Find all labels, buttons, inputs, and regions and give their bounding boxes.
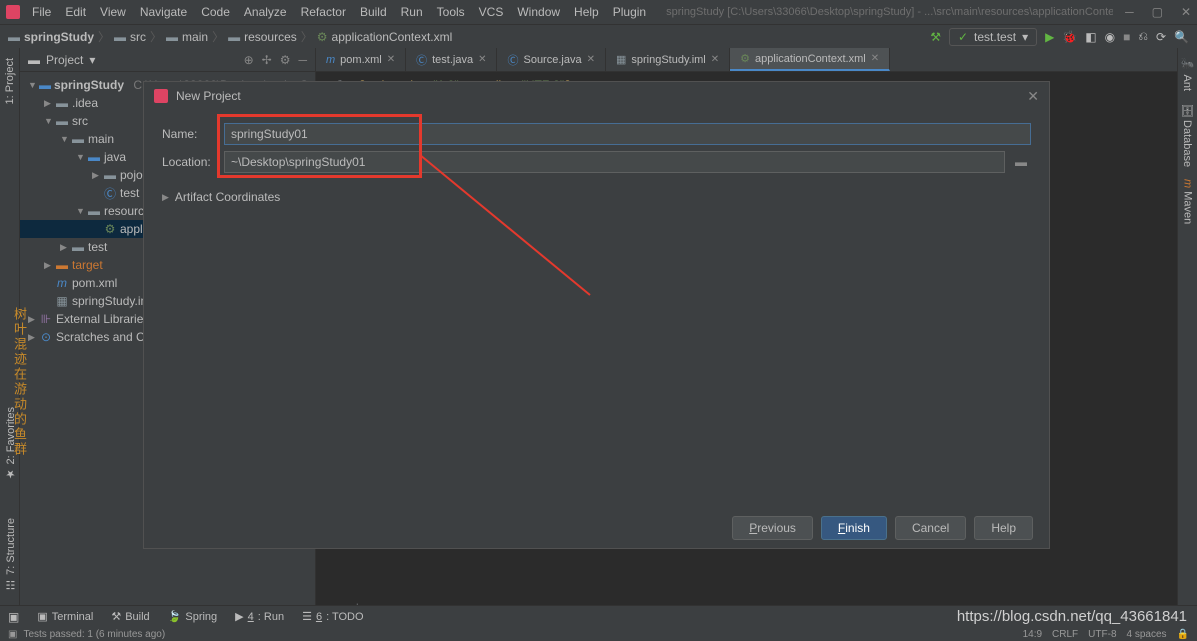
- chevron-right-icon: ▶: [162, 192, 169, 203]
- close-icon[interactable]: ✕: [1181, 5, 1191, 19]
- status-encoding[interactable]: UTF-8: [1088, 629, 1116, 640]
- menu-build[interactable]: Build: [360, 5, 387, 19]
- name-input[interactable]: [224, 123, 1031, 145]
- crumb-src[interactable]: ▬src: [114, 30, 146, 44]
- tab-build[interactable]: ⚒ Build: [111, 610, 149, 623]
- menu-file[interactable]: File: [32, 5, 51, 19]
- tab-todo[interactable]: ☰ 6: TODO: [302, 610, 364, 623]
- dialog-close-icon[interactable]: ✕: [1027, 88, 1039, 105]
- search-icon[interactable]: 🔍: [1174, 30, 1189, 44]
- menu-plugin[interactable]: Plugin: [613, 5, 646, 19]
- tab-pom[interactable]: mpom.xml✕: [316, 48, 406, 71]
- status-bar: ▣ Tests passed: 1 (6 minutes ago) 14:9 C…: [0, 627, 1197, 641]
- editor-tabs: mpom.xml✕ Ⓒtest.java✕ ⒸSource.java✕ ▦spr…: [316, 48, 1177, 72]
- menu-navigate[interactable]: Navigate: [140, 5, 187, 19]
- help-button[interactable]: Help: [974, 516, 1033, 540]
- cancel-button[interactable]: Cancel: [895, 516, 966, 540]
- close-icon[interactable]: ✕: [871, 53, 879, 64]
- window-controls: ─ ▢ ✕: [1125, 5, 1191, 19]
- main-menu: File Edit View Navigate Code Analyze Ref…: [32, 5, 646, 19]
- dialog-footer: Previous Finish Cancel Help: [144, 508, 1049, 548]
- tab-maven[interactable]: m Maven: [1182, 173, 1194, 230]
- close-icon[interactable]: ✕: [387, 54, 395, 65]
- gear-icon[interactable]: ⚙: [280, 53, 291, 67]
- menu-window[interactable]: Window: [517, 5, 560, 19]
- tab-spring[interactable]: 🍃 Spring: [168, 610, 218, 623]
- dialog-body: Name: Location: ▬ ▶ Artifact Coordinates: [144, 110, 1049, 508]
- tab-ant[interactable]: 🐜 Ant: [1181, 52, 1194, 97]
- url-watermark: https://blog.csdn.net/qq_43661841: [957, 608, 1187, 625]
- titlebar: File Edit View Navigate Code Analyze Ref…: [0, 0, 1197, 24]
- watermark-text: 树叶混迹在游动的鱼群: [10, 307, 29, 457]
- tab-terminal[interactable]: ▣ Terminal: [37, 610, 93, 623]
- corner-icon[interactable]: ▣: [8, 610, 19, 624]
- vcs-icon[interactable]: ⎌: [1138, 29, 1148, 44]
- menu-tools[interactable]: Tools: [437, 5, 465, 19]
- crumb-file[interactable]: ⚙applicationContext.xml: [317, 30, 453, 44]
- menu-refactor[interactable]: Refactor: [301, 5, 346, 19]
- project-panel-header: ▬ Project ▾ ⊕ ✢ ⚙ ─: [20, 48, 315, 72]
- maximize-icon[interactable]: ▢: [1152, 5, 1163, 19]
- name-label: Name:: [162, 127, 214, 141]
- crumb-project[interactable]: ▬springStudy: [8, 30, 94, 44]
- status-caret-pos[interactable]: 14:9: [1023, 629, 1042, 640]
- dialog-logo-icon: [154, 89, 168, 103]
- dialog-titlebar: New Project ✕: [144, 82, 1049, 110]
- tab-structure[interactable]: ☷ 7: Structure: [4, 518, 17, 591]
- minimize-icon[interactable]: ─: [1125, 5, 1134, 19]
- run-icon[interactable]: ▶: [1045, 30, 1054, 44]
- navbar: ▬springStudy 〉 ▬src 〉 ▬main 〉 ▬resources…: [0, 24, 1197, 48]
- tab-iml[interactable]: ▦springStudy.iml✕: [606, 48, 730, 71]
- locate-icon[interactable]: ⊕: [244, 53, 254, 67]
- menu-code[interactable]: Code: [201, 5, 230, 19]
- hammer-icon[interactable]: ⚒: [930, 30, 941, 44]
- debug-icon[interactable]: 🐞: [1062, 30, 1077, 44]
- tab-project[interactable]: 1: Project: [4, 52, 16, 110]
- finish-button[interactable]: Finish: [821, 516, 887, 540]
- close-icon[interactable]: ✕: [711, 54, 719, 65]
- menu-help[interactable]: Help: [574, 5, 599, 19]
- profile-icon[interactable]: ◉: [1105, 30, 1115, 44]
- app-logo-icon: [6, 5, 20, 19]
- status-indent[interactable]: 4 spaces: [1127, 629, 1167, 640]
- menu-analyze[interactable]: Analyze: [244, 5, 287, 19]
- previous-button[interactable]: Previous: [732, 516, 813, 540]
- menu-view[interactable]: View: [100, 5, 126, 19]
- status-tests: Tests passed: 1 (6 minutes ago): [23, 629, 165, 640]
- tab-database[interactable]: 🗄 Database: [1181, 97, 1194, 173]
- left-tool-strip-bottom2: ☷ 7: Structure: [0, 518, 20, 591]
- right-tool-strip: 🐜 Ant 🗄 Database m Maven: [1177, 48, 1197, 619]
- lock-icon[interactable]: 🔒: [1177, 629, 1189, 640]
- crumb-resources[interactable]: ▬resources: [228, 30, 297, 44]
- location-input[interactable]: [224, 151, 1005, 173]
- menu-edit[interactable]: Edit: [65, 5, 86, 19]
- status-line-sep[interactable]: CRLF: [1052, 629, 1078, 640]
- close-icon[interactable]: ✕: [478, 54, 486, 65]
- panel-title: Project: [46, 53, 83, 67]
- tab-testjava[interactable]: Ⓒtest.java✕: [406, 48, 497, 71]
- tab-appctx[interactable]: ⚙applicationContext.xml✕: [730, 48, 890, 71]
- location-label: Location:: [162, 155, 214, 169]
- run-config-selector[interactable]: ✓test.test▾: [949, 28, 1037, 46]
- artifact-coordinates-toggle[interactable]: ▶ Artifact Coordinates: [162, 190, 1031, 204]
- status-icon: ▣: [8, 629, 17, 640]
- expand-icon[interactable]: ✢: [262, 53, 272, 67]
- coverage-icon[interactable]: ◧: [1085, 30, 1096, 44]
- window-title: springStudy [C:\Users\33066\Desktop\spri…: [666, 6, 1113, 18]
- new-project-dialog: New Project ✕ Name: Location: ▬ ▶ Artifa…: [143, 81, 1050, 549]
- nav-toolbar: ⚒ ✓test.test▾ ▶ 🐞 ◧ ◉ ■ ⎌ ⟳ 🔍: [930, 28, 1189, 46]
- tab-run[interactable]: ▶ 4: Run: [235, 610, 284, 623]
- stop-icon[interactable]: ■: [1123, 30, 1130, 44]
- crumb-main[interactable]: ▬main: [166, 30, 208, 44]
- tab-sourcejava[interactable]: ⒸSource.java✕: [497, 48, 605, 71]
- browse-folder-icon[interactable]: ▬: [1015, 155, 1031, 169]
- update-icon[interactable]: ⟳: [1156, 30, 1166, 44]
- close-icon[interactable]: ✕: [587, 54, 595, 65]
- dialog-title: New Project: [176, 89, 241, 103]
- hide-icon[interactable]: ─: [298, 53, 307, 67]
- menu-run[interactable]: Run: [401, 5, 423, 19]
- menu-vcs[interactable]: VCS: [479, 5, 504, 19]
